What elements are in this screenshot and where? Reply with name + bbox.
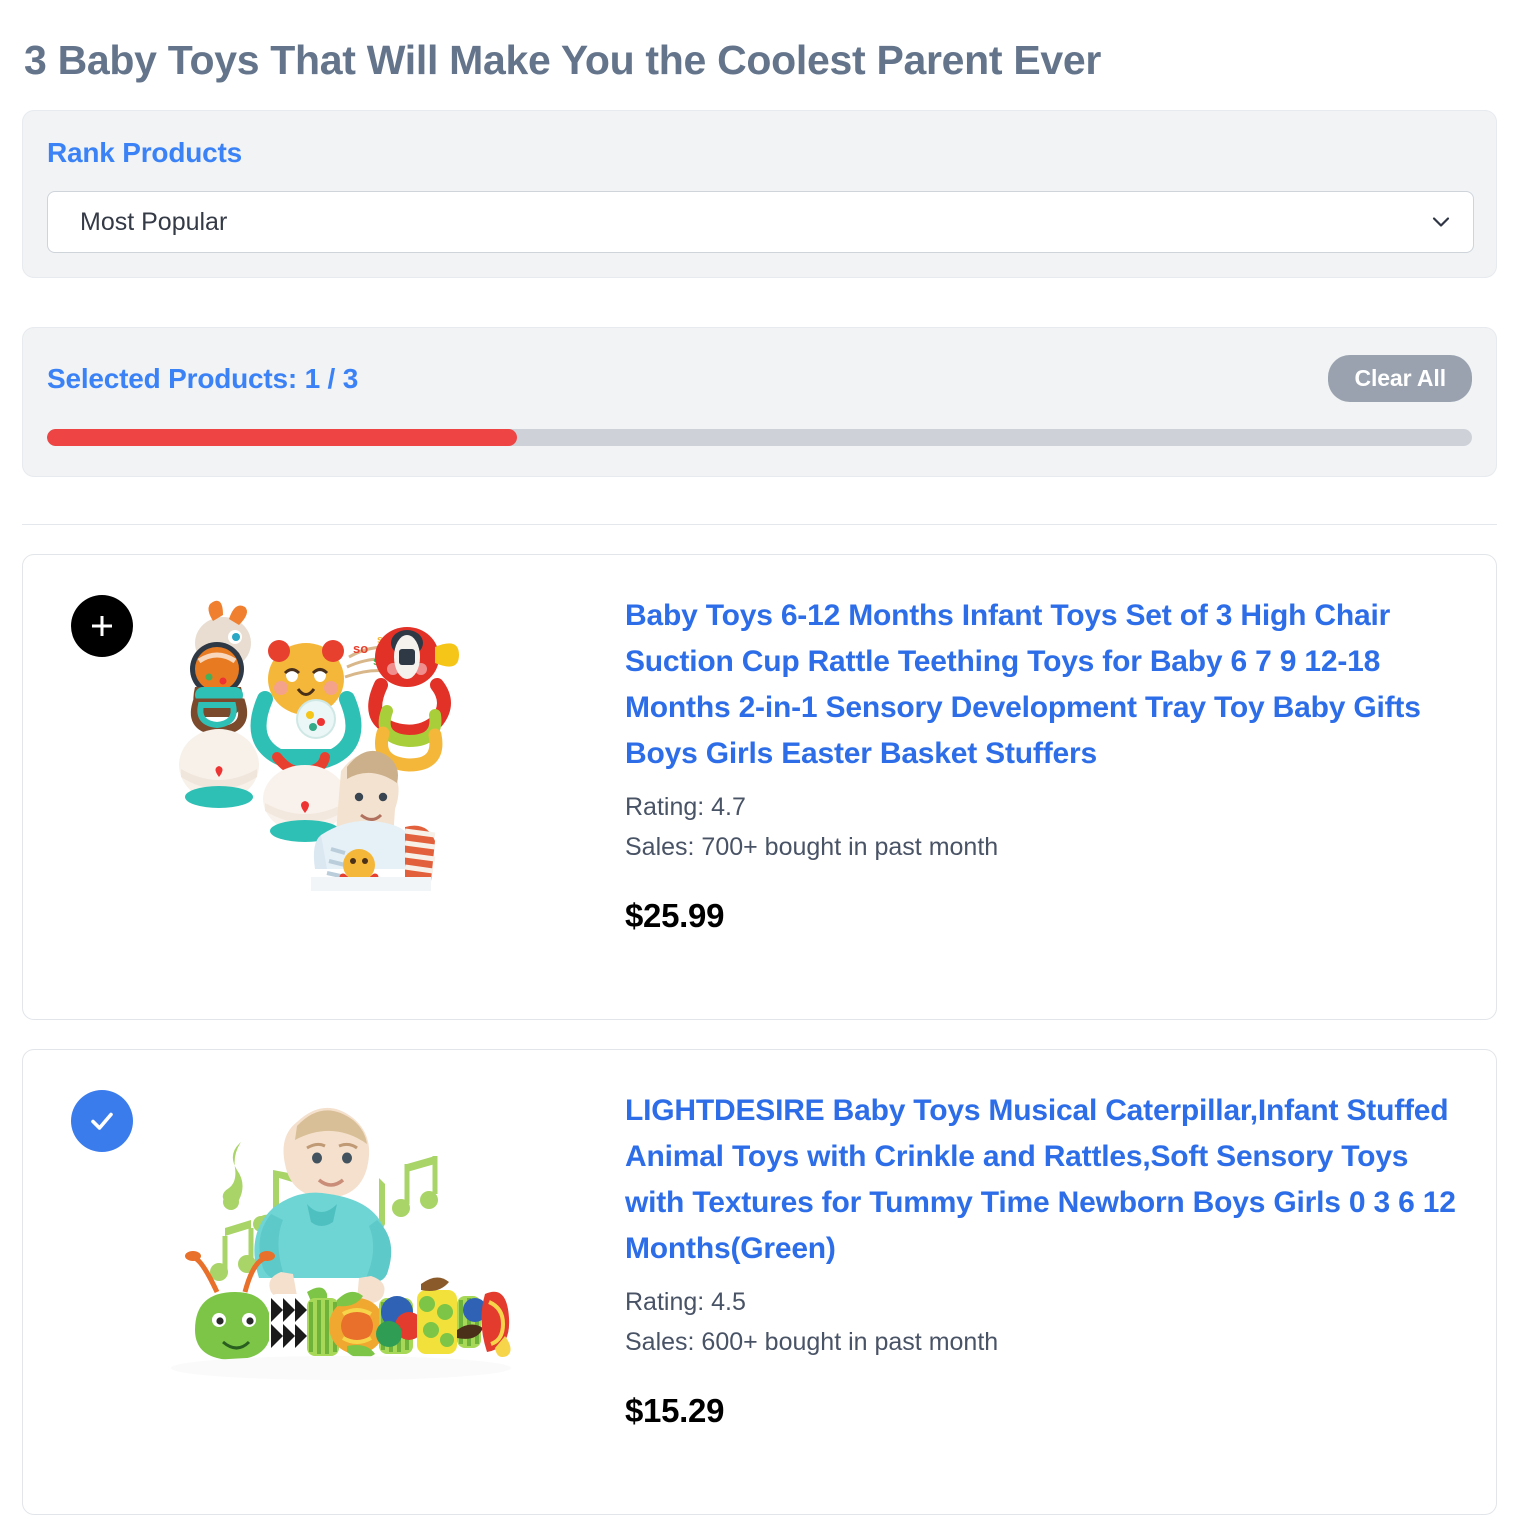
product-media xyxy=(51,1086,603,1480)
product-price: $15.29 xyxy=(625,1391,725,1429)
rank-select-wrapper: Most Popular xyxy=(47,191,1474,254)
selection-progress-fill xyxy=(47,429,518,447)
product-select-toggle[interactable] xyxy=(71,595,133,658)
product-sales: Sales: 700+ bought in past month xyxy=(625,832,999,861)
section-divider xyxy=(22,524,1497,526)
product-image: so so so so so xyxy=(161,591,471,892)
product-media: so so so so so xyxy=(51,591,603,985)
product-details: LIGHTDESIRE Baby Toys Musical Caterpilla… xyxy=(603,1086,1466,1480)
selected-products-count: Selected Products: 1 / 3 xyxy=(47,362,359,394)
product-details: Baby Toys 6-12 Months Infant Toys Set of… xyxy=(603,591,1466,985)
product-sales: Sales: 600+ bought in past month xyxy=(625,1327,999,1356)
selected-products-header: Selected Products: 1 / 3 Clear All xyxy=(47,355,1472,403)
rank-products-label: Rank Products xyxy=(47,137,242,169)
product-title-link[interactable]: LIGHTDESIRE Baby Toys Musical Caterpilla… xyxy=(625,1088,1466,1272)
rank-products-panel: Rank Products Most Popular xyxy=(22,110,1497,279)
check-icon xyxy=(91,1112,113,1130)
product-ranking-page: 3 Baby Toys That Will Make You the Coole… xyxy=(0,0,1519,1516)
rank-select-value: Most Popular xyxy=(80,207,228,236)
product-select-toggle[interactable] xyxy=(71,1090,133,1153)
plus-icon xyxy=(92,616,112,637)
product-rating: Rating: 4.5 xyxy=(625,1287,746,1316)
product-title-link[interactable]: Baby Toys 6-12 Months Infant Toys Set of… xyxy=(625,593,1466,777)
product-card[interactable]: so so so so so xyxy=(22,554,1497,1021)
rank-select[interactable]: Most Popular xyxy=(47,191,1474,254)
selection-progress-bar xyxy=(47,429,1472,447)
product-card[interactable]: LIGHTDESIRE Baby Toys Musical Caterpilla… xyxy=(22,1049,1497,1516)
page-title: 3 Baby Toys That Will Make You the Coole… xyxy=(24,37,1102,83)
product-image xyxy=(121,1086,511,1387)
product-price: $25.99 xyxy=(625,896,725,934)
clear-all-button[interactable]: Clear All xyxy=(1328,355,1472,403)
selected-products-panel: Selected Products: 1 / 3 Clear All xyxy=(22,327,1497,478)
product-rating: Rating: 4.7 xyxy=(625,792,746,821)
svg-text:so: so xyxy=(353,641,368,656)
